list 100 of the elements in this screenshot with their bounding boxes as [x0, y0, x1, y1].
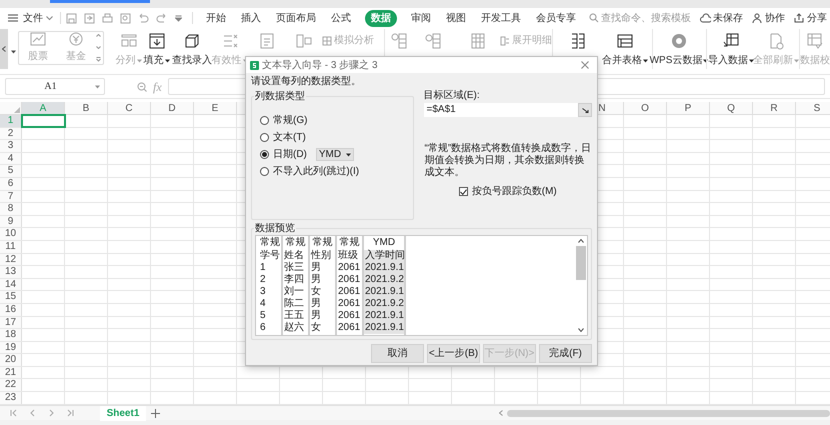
preview-cell: 入学时间 — [364, 250, 404, 262]
note-text: “常规”数据格式将数值转换成数字，日期值会转换为日期，其余数据则转换成文本。 — [424, 143, 592, 179]
column-header[interactable]: E — [194, 102, 237, 114]
ribbon-tab[interactable]: 开发工具 — [480, 10, 522, 26]
ribbon-button[interactable]: 填充 — [144, 32, 170, 68]
row-header[interactable]: 22 — [0, 379, 22, 392]
ribbon-tab[interactable]: 页面布局 — [275, 10, 317, 26]
row-header[interactable]: 7 — [0, 190, 22, 202]
row-header[interactable]: 4 — [0, 152, 22, 164]
checkbox-label[interactable]: 按负号跟踪负数(M) — [472, 184, 557, 199]
target-range-field[interactable]: =$A$1 — [424, 103, 578, 117]
preview-cell-text: 张三 — [283, 262, 305, 274]
radio-button[interactable] — [260, 116, 269, 125]
ribbon-tab[interactable]: 审阅 — [410, 10, 432, 26]
preview-cell-text: 5 — [259, 310, 267, 322]
column-type-header[interactable]: 常规 — [310, 236, 335, 250]
column-header[interactable]: S — [796, 102, 830, 114]
column-type-header[interactable]: 常规 — [259, 236, 281, 250]
person-icon — [752, 12, 763, 24]
row-header[interactable]: 10 — [0, 228, 22, 240]
column-header[interactable]: P — [667, 102, 710, 114]
radio-label[interactable]: 不导入此列(跳过)(I) — [273, 164, 360, 179]
scroll-down-icon — [578, 328, 584, 332]
dialog-button[interactable]: 取消 — [371, 344, 424, 363]
toolbar-action[interactable]: 协作 — [752, 10, 785, 26]
row-header[interactable]: 16 — [0, 304, 22, 316]
preview-column-body[interactable]: 入学时间 2021.9.1 2021.9.2 2021.9.1 2021.9.2 2021.9.1 2021.9.1 — [364, 250, 404, 334]
row-header[interactable]: 18 — [0, 329, 22, 341]
radio-label[interactable]: 日期(D) — [273, 147, 307, 162]
preview-cell-text: 2061 — [337, 298, 362, 310]
ribbon-button[interactable]: 合并表格 — [602, 32, 648, 68]
preview-cell: 2021.9.1 — [364, 286, 404, 298]
collapse-handle[interactable] — [0, 29, 8, 69]
preview-cell-text: 班级 — [337, 250, 359, 262]
checkbox[interactable] — [458, 187, 468, 196]
radio-button[interactable] — [260, 150, 269, 159]
radio-button[interactable] — [260, 133, 269, 142]
row-header[interactable]: 13 — [0, 266, 22, 278]
row-header[interactable]: 23 — [0, 392, 22, 404]
file-menu[interactable]: 文件 — [23, 10, 43, 26]
preview-cell-text: 6 — [259, 322, 267, 334]
row-header[interactable]: 12 — [0, 254, 22, 266]
print-icon — [102, 12, 113, 24]
preview-cell-text: 男 — [310, 262, 322, 274]
row-header[interactable]: 14 — [0, 278, 22, 290]
preview-cell-text: 2061 — [337, 310, 362, 322]
small-table-icon — [322, 34, 332, 46]
column-type-header[interactable]: 常规 — [337, 236, 362, 250]
column-header[interactable]: Q — [710, 102, 753, 114]
dialog-button[interactable]: <上一步(B) — [427, 344, 480, 363]
column-header[interactable]: D — [151, 102, 194, 114]
radio-label[interactable]: 常规(G) — [273, 113, 308, 128]
column-header[interactable]: B — [65, 102, 108, 114]
row-header[interactable]: 21 — [0, 366, 22, 378]
row-header[interactable]: 11 — [0, 240, 22, 253]
radio-label[interactable]: 文本(T) — [273, 130, 306, 145]
row-header[interactable]: 20 — [0, 354, 22, 366]
preview-cell: 2021.9.2 — [364, 274, 404, 286]
ribbon-button[interactable]: 查找录入 — [172, 32, 212, 68]
ribbon-tab[interactable]: 开始 — [205, 10, 227, 26]
preview-cell: 2021.9.2 — [364, 298, 404, 310]
row-header[interactable]: 19 — [0, 342, 22, 354]
ribbon-button[interactable]: 导入数据 — [708, 32, 754, 68]
column-header[interactable]: O — [624, 102, 667, 114]
active-cell[interactable] — [22, 115, 65, 127]
redo-icon — [156, 12, 167, 24]
last-sheet-icon — [67, 409, 74, 417]
column-header[interactable]: C — [108, 102, 151, 114]
range-picker-button[interactable] — [578, 103, 592, 117]
vertical-scrollbar[interactable] — [575, 236, 587, 335]
toolbar-action[interactable]: 未保存 — [700, 10, 743, 26]
column-type-header[interactable]: 常规 — [283, 236, 308, 250]
undo-icon — [138, 12, 149, 24]
cloud-badge-icon — [670, 32, 688, 50]
preview-cell-text: 性别 — [310, 250, 332, 262]
row-header[interactable]: 8 — [0, 203, 22, 215]
ribbon-tab[interactable]: 插入 — [240, 10, 262, 26]
radio-button[interactable] — [260, 167, 269, 176]
preview-cell: 2021.9.1 — [364, 322, 404, 334]
row-header[interactable]: 5 — [0, 165, 22, 177]
row-header[interactable]: 9 — [0, 216, 22, 228]
column-type-header[interactable]: YMD — [364, 236, 404, 250]
toolbar-action[interactable]: 分享 — [794, 10, 827, 26]
ribbon-tab[interactable]: 会员专享 — [535, 10, 577, 26]
next-sheet-icon — [48, 409, 55, 417]
name-box[interactable]: A1 — [5, 78, 105, 95]
caret-icon — [164, 58, 170, 62]
row-header[interactable]: 17 — [0, 316, 22, 328]
zoom-icon — [137, 82, 147, 92]
ribbon-tab[interactable]: 公式 — [330, 10, 352, 26]
row-header[interactable]: 2 — [0, 128, 22, 140]
column-header[interactable]: R — [753, 102, 796, 114]
row-header[interactable]: 3 — [0, 140, 22, 152]
preview-cell: 学号 — [259, 250, 281, 262]
expand-icon — [500, 34, 510, 46]
format-dropdown[interactable]: YMD — [316, 148, 354, 161]
ribbon-tab[interactable]: 视图 — [445, 10, 467, 26]
row-header[interactable]: 6 — [0, 178, 22, 190]
dialog-button[interactable]: 完成(F) — [539, 344, 592, 363]
row-header[interactable]: 15 — [0, 291, 22, 303]
